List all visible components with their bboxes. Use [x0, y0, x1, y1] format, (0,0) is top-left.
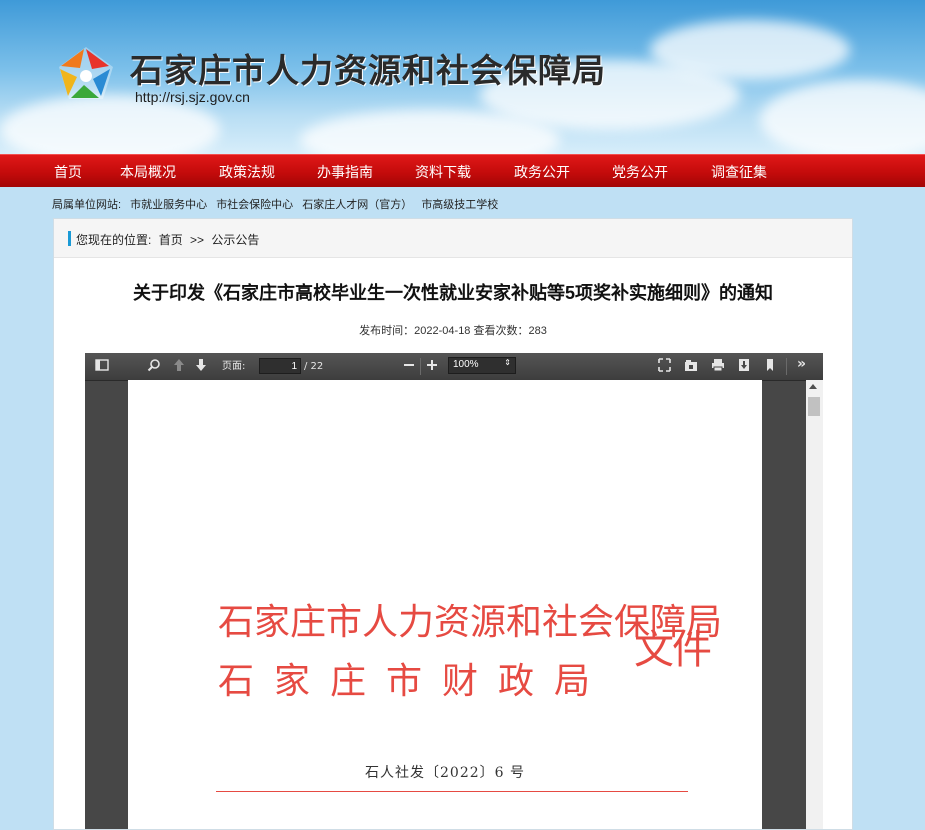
sidebar-toggle-icon[interactable] [95, 358, 109, 372]
nav-item-guide[interactable]: 办事指南 [317, 162, 373, 182]
pdf-scrollbar[interactable] [806, 380, 823, 829]
search-icon[interactable] [147, 358, 161, 372]
nav-item-policies[interactable]: 政策法规 [219, 162, 275, 182]
main-nav: 首页 本局概况 政策法规 办事指南 资料下载 政务公开 党务公开 调查征集 [0, 154, 925, 187]
site-title: 石家庄市人力资源和社会保障局 [130, 51, 606, 90]
zoom-in-icon[interactable] [426, 358, 438, 372]
chevron-down-icon: ⇕ [504, 358, 511, 367]
nav-item-about[interactable]: 本局概况 [120, 162, 176, 182]
affiliated-link-social-insurance[interactable]: 市社会保险中心 [216, 199, 293, 211]
breadcrumb: 您现在的位置: 首页 >> 公示公告 [54, 219, 852, 258]
affiliated-link-employment[interactable]: 市就业服务中心 [130, 199, 207, 211]
nav-item-government-affairs[interactable]: 政务公开 [514, 162, 570, 182]
breadcrumb-marker [68, 231, 71, 246]
document-suffix: 文件 [634, 627, 712, 673]
breadcrumb-current[interactable]: 公示公告 [211, 233, 259, 247]
zoom-select[interactable]: 100% ⇕ [448, 357, 516, 374]
previous-page-icon[interactable] [173, 358, 185, 372]
article-title: 关于印发《石家庄市高校毕业生一次性就业安家补贴等5项奖补实施细则》的通知 [132, 283, 773, 303]
affiliated-link-talent[interactable]: 石家庄人才网（官方） [302, 199, 412, 211]
page-number-input[interactable] [259, 358, 301, 374]
affiliated-sites: 局属单位网站: 市就业服务中心 市社会保险中心 石家庄人才网（官方） 市高级技工… [52, 196, 504, 212]
affiliated-label: 局属单位网站: [52, 199, 122, 211]
affiliated-link-technical-school[interactable]: 市高级技工学校 [421, 199, 498, 211]
document-issuer-line-2: 石家庄市财政局 [218, 661, 611, 702]
header-banner: 石家庄市人力资源和社会保障局 http://rsj.sjz.gov.cn [0, 0, 925, 155]
breadcrumb-home[interactable]: 首页 [159, 233, 183, 247]
nav-item-home[interactable]: 首页 [54, 162, 82, 182]
content-panel: 您现在的位置: 首页 >> 公示公告 关于印发《石家庄市高校毕业生一次性就业安家… [53, 218, 853, 830]
breadcrumb-separator: >> [190, 233, 205, 247]
tools-icon[interactable]: » [797, 356, 806, 372]
zoom-value: 100% [453, 359, 479, 370]
zoom-out-icon[interactable] [403, 358, 415, 372]
nav-item-party-affairs[interactable]: 党务公开 [612, 162, 668, 182]
pdf-page: 石家庄市人力资源和社会保障局 石家庄市财政局 文件 石人社发〔2022〕6 号 [128, 380, 762, 829]
toolbar-divider [420, 358, 421, 375]
pdf-viewer: 页面: / 22 100% ⇕ [85, 353, 823, 829]
breadcrumb-prefix: 您现在的位置: [76, 233, 152, 247]
open-file-icon[interactable] [684, 358, 698, 372]
article-meta: 发布时间：2022-04-18 查看次数：283 [359, 325, 547, 337]
site-url[interactable]: http://rsj.sjz.gov.cn [135, 89, 250, 105]
nav-item-downloads[interactable]: 资料下载 [415, 162, 471, 182]
pdf-scrollbar-thumb[interactable] [808, 397, 820, 416]
presentation-mode-icon[interactable] [658, 358, 671, 372]
bureau-logo-icon [59, 47, 113, 99]
page-label: 页面: [222, 361, 246, 372]
bookmark-icon[interactable] [765, 358, 775, 372]
next-page-icon[interactable] [195, 358, 207, 372]
scroll-up-arrow-icon[interactable] [809, 384, 817, 389]
page-total: / 22 [304, 361, 324, 372]
toolbar-divider [786, 358, 787, 375]
print-icon[interactable] [711, 358, 725, 372]
download-icon[interactable] [738, 358, 750, 372]
nav-item-survey[interactable]: 调查征集 [711, 162, 767, 182]
document-number: 石人社发〔2022〕6 号 [365, 765, 525, 781]
pdf-toolbar: 页面: / 22 100% ⇕ [85, 353, 823, 381]
document-red-rule [216, 791, 688, 792]
